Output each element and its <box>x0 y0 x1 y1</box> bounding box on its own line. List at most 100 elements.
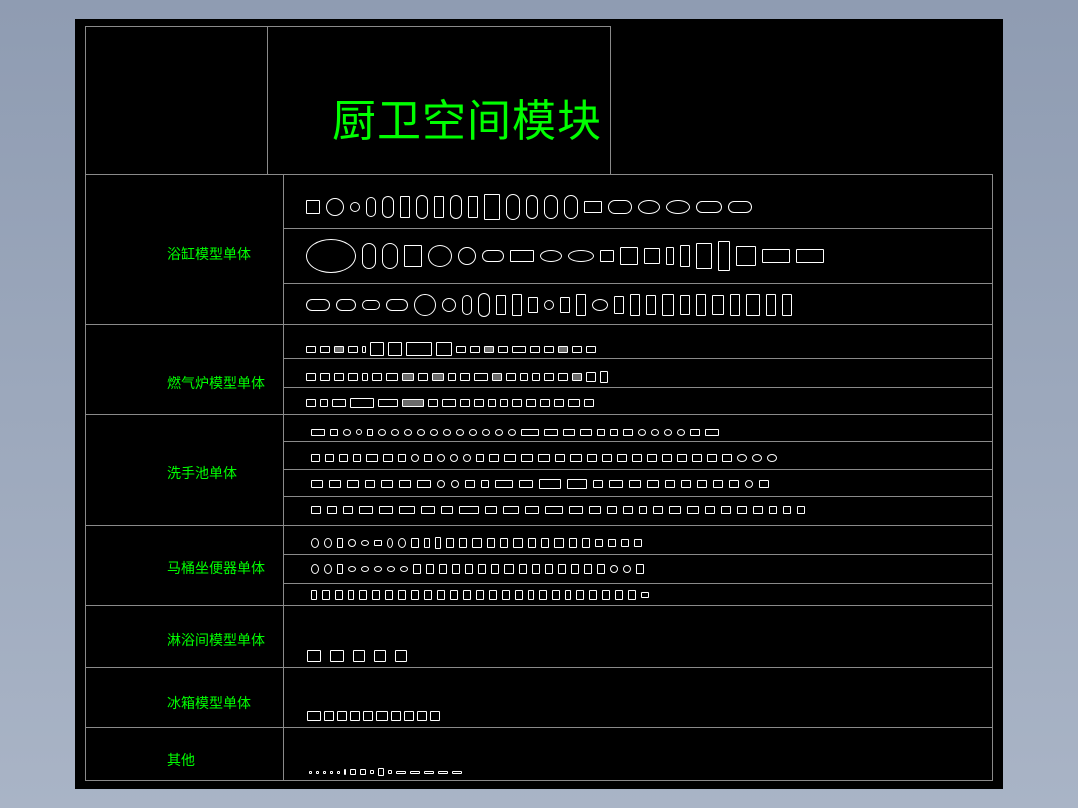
block-symbol-icon <box>465 480 475 488</box>
block-symbol-icon <box>558 564 566 574</box>
block-symbol-icon <box>665 480 675 488</box>
block-symbol-icon <box>520 373 528 381</box>
block-symbol-icon <box>545 564 553 574</box>
block-symbol-icon <box>621 539 629 547</box>
block-symbol-icon <box>584 564 592 574</box>
block-symbol-icon <box>602 590 610 600</box>
block-symbol-icon <box>644 248 660 264</box>
block-symbol-icon <box>434 196 444 218</box>
block-symbol-icon <box>783 506 791 514</box>
block-symbol-icon <box>587 454 597 462</box>
block-symbol-icon <box>311 506 321 514</box>
drawing-title: 厨卫空间模块 <box>332 96 602 147</box>
block-symbol-icon <box>450 195 462 219</box>
block-symbol-icon <box>309 770 312 774</box>
grid-line <box>85 174 993 175</box>
block-symbol-icon <box>569 538 577 548</box>
block-symbol-icon <box>623 506 633 514</box>
block-symbol-icon <box>662 454 672 462</box>
block-symbol-icon <box>336 299 356 311</box>
block-symbol-icon <box>632 454 642 462</box>
block-symbol-icon <box>752 454 762 462</box>
block-symbol-icon <box>474 373 488 381</box>
block-symbol-icon <box>568 250 594 262</box>
block-symbol-icon <box>474 399 484 407</box>
block-symbol-icon <box>362 300 380 310</box>
block-symbol-icon <box>437 480 445 488</box>
block-symbol-icon <box>406 342 432 356</box>
block-symbol-icon <box>372 590 380 600</box>
block-symbol-icon <box>385 590 393 600</box>
block-symbol-icon <box>582 538 590 548</box>
block-symbol-icon <box>350 769 356 775</box>
block-symbol-icon <box>399 506 415 514</box>
block-symbol-icon <box>360 769 366 775</box>
block-symbol-icon <box>506 194 520 220</box>
category-label-gas-stove: 燃气炉模型单体 <box>167 376 265 392</box>
block-symbol-icon <box>571 564 579 574</box>
block-symbol-icon <box>544 345 554 353</box>
block-symbol-icon <box>347 480 359 488</box>
block-symbol-icon <box>564 195 578 219</box>
block-symbol-icon <box>568 399 580 407</box>
block-symbol-icon <box>728 201 752 213</box>
block-symbol-icon <box>597 428 605 436</box>
block-symbol-icon <box>745 480 753 488</box>
block-symbol-icon <box>651 428 659 436</box>
block-symbol-icon <box>316 770 319 774</box>
grid-line <box>283 583 993 584</box>
block-symbol-icon <box>334 345 344 353</box>
block-symbol-icon <box>558 373 568 381</box>
block-symbol-icon <box>362 345 366 353</box>
block-symbol-icon <box>721 506 731 514</box>
block-symbol-icon <box>325 454 334 462</box>
block-symbol-icon <box>388 770 392 774</box>
block-symbol-icon <box>697 480 707 488</box>
block-symbol-icon <box>387 538 393 548</box>
block-symbol-icon <box>337 564 343 574</box>
block-symbol-icon <box>488 399 496 407</box>
block-symbol-icon <box>600 250 614 262</box>
block-symbol-icon <box>636 564 644 574</box>
block-symbol-icon <box>521 454 533 462</box>
block-symbol-icon <box>421 506 435 514</box>
block-symbol-icon <box>432 373 444 381</box>
block-symbol-icon <box>437 590 445 600</box>
block-symbol-icon <box>647 480 659 488</box>
block-symbol-icon <box>439 564 447 574</box>
block-symbol-icon <box>374 540 382 546</box>
block-symbol-icon <box>320 373 330 381</box>
block-symbol-icon <box>759 480 769 488</box>
block-symbol-icon <box>430 428 438 436</box>
block-symbol-icon <box>614 296 624 314</box>
block-symbol-icon <box>620 247 638 265</box>
block-symbol-icon <box>320 345 330 353</box>
block-symbol-icon <box>530 345 540 353</box>
block-symbol-icon <box>343 506 353 514</box>
block-symbol-icon <box>386 373 398 381</box>
block-symbol-icon <box>330 428 338 436</box>
block-symbol-icon <box>512 399 522 407</box>
block-symbol-icon <box>459 506 479 514</box>
block-symbol-icon <box>382 196 394 218</box>
grid-line <box>85 667 993 668</box>
block-symbol-icon <box>782 294 792 316</box>
grid-line <box>85 324 993 325</box>
block-symbol-icon <box>580 428 592 436</box>
block-symbol-icon <box>607 506 617 514</box>
block-symbol-icon <box>692 454 702 462</box>
block-symbol-icon <box>623 428 633 436</box>
block-symbol-icon <box>307 650 321 662</box>
grid-line <box>283 228 993 229</box>
block-symbol-icon <box>428 399 438 407</box>
block-symbol-icon <box>348 566 356 572</box>
block-symbol-icon <box>512 294 522 316</box>
block-symbol-icon <box>638 200 660 214</box>
block-symbol-icon <box>306 373 316 381</box>
block-symbol-icon <box>560 297 570 313</box>
block-symbol-icon <box>690 428 700 436</box>
block-symbol-icon <box>532 564 540 574</box>
block-symbol-icon <box>646 295 656 315</box>
block-symbol-icon <box>327 506 337 514</box>
block-symbol-icon <box>323 770 326 774</box>
